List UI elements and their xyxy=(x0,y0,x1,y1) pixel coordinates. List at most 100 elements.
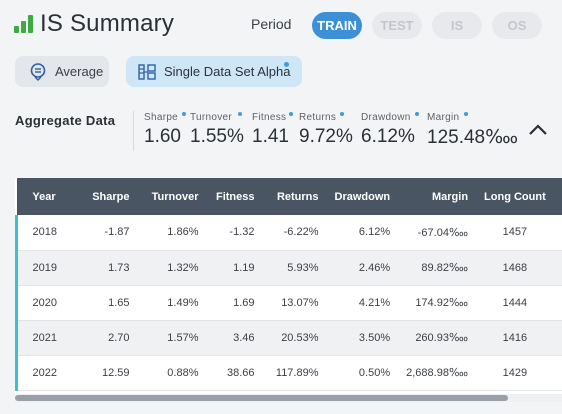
cell-year: 2021 xyxy=(15,320,72,356)
cell-fitness: 38.66 xyxy=(206,355,263,391)
table-row[interactable]: 2021 2.70 1.57% 3.46 20.53% 3.50% 260.93‱ 1416 xyxy=(15,320,562,356)
info-dot-icon xyxy=(238,112,242,116)
column-header-margin[interactable]: Margin xyxy=(398,178,476,215)
metric-fitness: Fitness 1.41 xyxy=(252,112,293,148)
cell-margin: 89.82‱ xyxy=(398,250,477,286)
period-os-button[interactable]: OS xyxy=(492,12,542,39)
metric-label: Returns xyxy=(299,112,337,123)
metric-label: Turnover xyxy=(190,112,233,123)
divider xyxy=(133,111,134,151)
yearly-summary-table: Year Sharpe Turnover Fitness Returns Dra… xyxy=(15,178,562,400)
metric-margin: Margin 125.48‱ xyxy=(427,112,518,149)
average-icon xyxy=(29,62,47,81)
cell-fitness: 1.69 xyxy=(206,285,263,321)
cell-turnover: 0.88% xyxy=(137,355,207,391)
single-data-set-alpha-label: Single Data Set Alpha xyxy=(164,64,291,79)
period-train-button[interactable]: TRAIN xyxy=(312,12,362,39)
metric-value: 1.55% xyxy=(190,126,244,147)
column-header-turnover[interactable]: Turnover xyxy=(138,178,207,215)
column-header-long-count[interactable]: Long Count xyxy=(476,178,554,215)
cell-margin: -67.04‱ xyxy=(398,215,477,251)
cell-sharpe: 2.70 xyxy=(71,320,138,356)
cell-returns: -6.22% xyxy=(262,215,327,251)
cell-sharpe: 1.73 xyxy=(71,250,138,286)
metric-value: 125.48‱ xyxy=(427,127,519,148)
cell-margin: 2,688.98‱ xyxy=(398,355,477,391)
metric-value: 1.41 xyxy=(252,126,289,147)
cell-short xyxy=(553,250,562,286)
cell-sharpe: 1.65 xyxy=(71,285,138,321)
cell-long-count: 1416 xyxy=(476,320,554,356)
cell-turnover: 1.57% xyxy=(137,320,207,356)
cell-fitness: -1.32 xyxy=(206,215,263,251)
metric-label: Drawdown xyxy=(361,112,411,123)
scrollbar-thumb[interactable] xyxy=(15,395,508,401)
column-header-returns[interactable]: Returns xyxy=(263,178,327,215)
column-header-sharpe[interactable]: Sharpe xyxy=(72,178,138,215)
cell-turnover: 1.49% xyxy=(137,285,207,321)
collapse-chevron-up-icon[interactable] xyxy=(526,120,550,140)
horizontal-scrollbar[interactable] xyxy=(15,394,562,402)
bar-chart-icon xyxy=(14,15,34,33)
cell-drawdown: 2.46% xyxy=(326,250,399,286)
info-dot-icon xyxy=(289,112,293,116)
column-header-short[interactable]: Short xyxy=(554,178,562,215)
cell-turnover: 1.86% xyxy=(137,215,207,251)
info-dot-icon xyxy=(284,62,289,67)
column-header-year[interactable]: Year xyxy=(17,178,72,215)
cell-fitness: 3.46 xyxy=(206,320,263,356)
metric-returns: Returns 9.72% xyxy=(299,112,353,148)
cell-drawdown: 3.50% xyxy=(326,320,399,356)
cell-year: 2020 xyxy=(15,285,72,321)
period-label: Period xyxy=(251,16,292,32)
period-is-button[interactable]: IS xyxy=(432,12,482,39)
single-data-set-alpha-button[interactable]: Single Data Set Alpha xyxy=(126,56,302,87)
metric-value: 6.12% xyxy=(361,126,415,147)
cell-returns: 20.53% xyxy=(262,320,327,356)
info-dot-icon xyxy=(340,112,344,116)
cell-turnover: 1.32% xyxy=(137,250,207,286)
table-row[interactable]: 2019 1.73 1.32% 1.19 5.93% 2.46% 89.82‱ 1468 xyxy=(15,250,562,286)
aggregate-data-label: Aggregate Data xyxy=(15,113,116,128)
metric-value: 1.60 xyxy=(144,126,181,147)
table-row[interactable]: 2020 1.65 1.49% 1.69 13.07% 4.21% 174.92‱ 1444 xyxy=(15,285,562,321)
cell-long-count: 1429 xyxy=(476,355,554,391)
data-set-icon xyxy=(138,63,156,81)
cell-sharpe: -1.87 xyxy=(71,215,138,251)
cell-sharpe: 12.59 xyxy=(71,355,138,391)
metric-value: 9.72% xyxy=(299,126,353,147)
cell-drawdown: 0.50% xyxy=(326,355,399,391)
table-row[interactable]: 2018 -1.87 1.86% -1.32 -6.22% 6.12% -67.04‱ 145… xyxy=(15,215,562,251)
period-test-button[interactable]: TEST xyxy=(372,12,422,39)
column-header-fitness[interactable]: Fitness xyxy=(207,178,263,215)
page-title: IS Summary xyxy=(40,10,175,37)
table-header-row: Year Sharpe Turnover Fitness Returns Dra… xyxy=(16,178,562,215)
average-button-label: Average xyxy=(55,64,104,79)
cell-year: 2018 xyxy=(15,215,72,251)
table-row[interactable]: 2022 12.59 0.88% 38.66 117.89% 0.50% 2,688.98‱… xyxy=(15,355,562,391)
cell-long-count: 1468 xyxy=(476,250,554,286)
cell-year: 2022 xyxy=(15,355,72,391)
cell-drawdown: 4.21% xyxy=(326,285,399,321)
cell-long-count: 1457 xyxy=(476,215,554,251)
column-header-drawdown[interactable]: Drawdown xyxy=(327,178,399,215)
cell-margin: 174.92‱ xyxy=(398,285,477,321)
metric-drawdown: Drawdown 6.12% xyxy=(361,112,419,148)
cell-returns: 13.07% xyxy=(262,285,327,321)
cell-short xyxy=(553,285,562,321)
cell-returns: 5.93% xyxy=(262,250,327,286)
metric-label: Fitness xyxy=(252,112,287,123)
cell-short xyxy=(553,320,562,356)
info-dot-icon xyxy=(464,112,468,116)
cell-long-count: 1444 xyxy=(476,285,554,321)
info-dot-icon xyxy=(415,112,419,116)
cell-margin: 260.93‱ xyxy=(398,320,477,356)
average-button[interactable]: Average xyxy=(15,56,109,87)
cell-year: 2019 xyxy=(15,250,72,286)
cell-returns: 117.89% xyxy=(262,355,327,391)
metric-turnover: Turnover 1.55% xyxy=(190,112,244,148)
info-dot-icon xyxy=(182,112,186,116)
cell-short xyxy=(553,355,562,391)
metric-label: Margin xyxy=(427,112,460,123)
metric-label: Sharpe xyxy=(144,112,179,123)
